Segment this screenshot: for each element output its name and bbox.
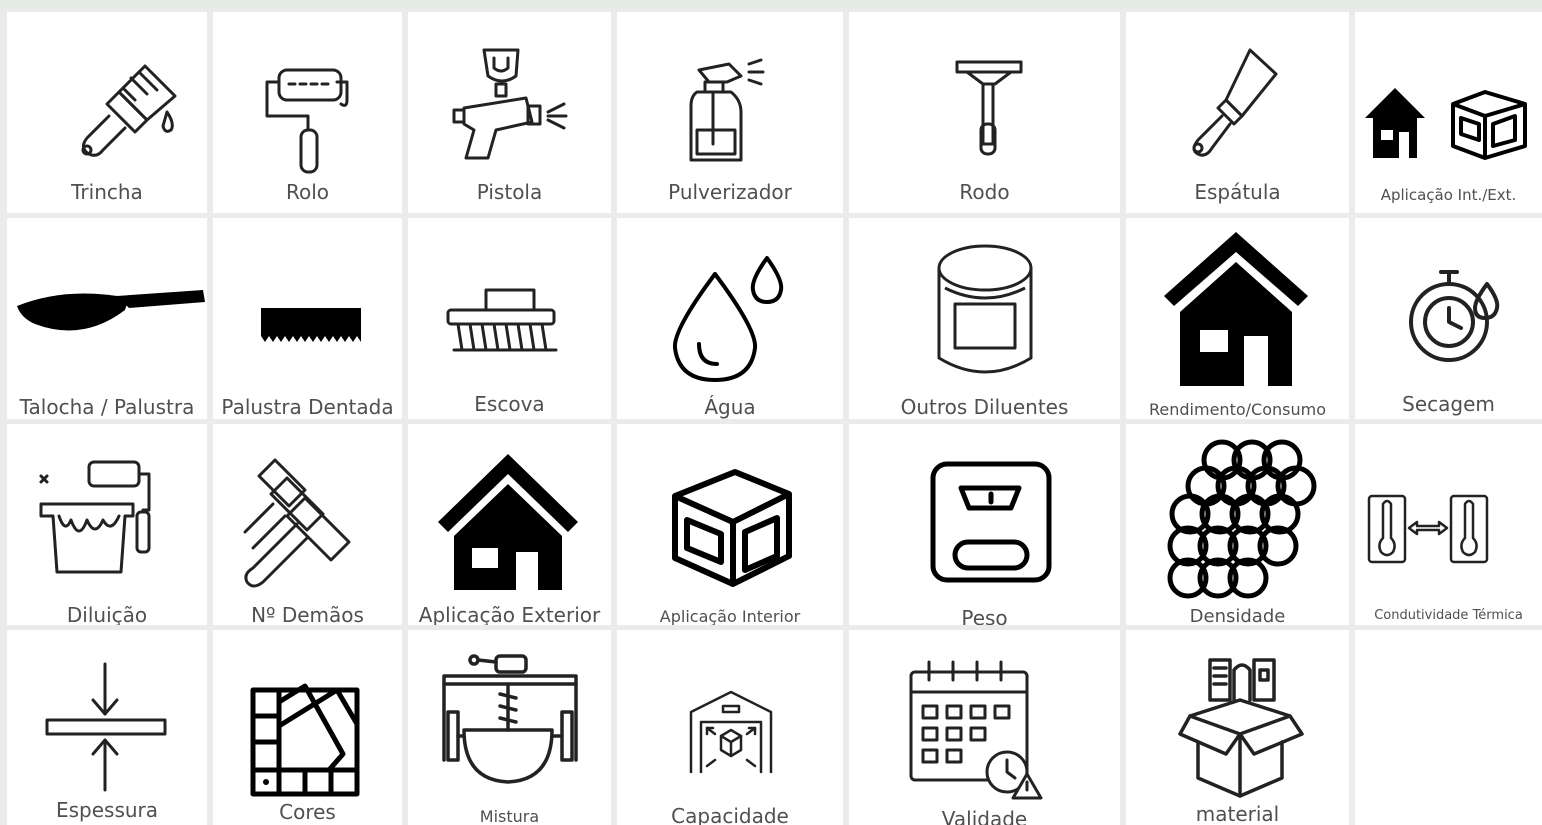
interior-exterior-icon xyxy=(1365,88,1527,160)
icon-tile-validade[interactable]: Validade xyxy=(849,630,1120,825)
drying-timer-icon xyxy=(1409,270,1500,362)
icon-tile-rendimento-consumo[interactable]: Rendimento/Consumo xyxy=(1126,218,1349,419)
thickness-icon xyxy=(45,662,167,792)
tile-label: Palustra Dentada xyxy=(221,395,394,419)
tile-label: Mistura xyxy=(479,807,540,825)
tile-label: Rendimento/Consumo xyxy=(1149,400,1326,419)
color-swatches-icon xyxy=(250,683,360,797)
tile-label: Validade xyxy=(941,807,1028,825)
icon-tile-espessura[interactable]: Espessura xyxy=(7,630,207,825)
exterior-house-icon xyxy=(438,454,578,590)
water-drops-icon xyxy=(672,256,784,382)
icon-tile-espatula[interactable]: Espátula xyxy=(1126,12,1349,213)
icon-tile-agua[interactable]: Água xyxy=(617,218,843,419)
tile-label: Pistola xyxy=(476,180,543,204)
tile-label: Rodo xyxy=(959,180,1010,204)
icon-tile-n-demaos[interactable]: Nº Demãos xyxy=(213,424,402,625)
icon-tile-secagem[interactable]: Secagem xyxy=(1355,218,1542,419)
tile-label: Espessura xyxy=(55,798,159,822)
paint-coats-icon xyxy=(243,458,351,588)
tile-label: Trincha xyxy=(71,180,143,204)
top-header-strip xyxy=(0,0,1542,9)
icon-tile-empty xyxy=(1355,630,1542,825)
icon-tile-condutividade-termica[interactable]: Condutividade Térmica xyxy=(1355,424,1542,625)
tile-label: Cores xyxy=(279,800,336,824)
tile-label: Densidade xyxy=(1189,606,1286,625)
mixer-icon xyxy=(442,654,578,784)
interior-room-icon xyxy=(672,469,792,587)
tile-label: Aplicação Int./Ext. xyxy=(1380,186,1517,204)
tile-label: Talocha / Palustra xyxy=(19,395,195,419)
icon-tile-aplicacao-int-ext[interactable]: Aplicação Int./Ext. xyxy=(1355,12,1542,213)
tile-label: Peso xyxy=(961,606,1008,625)
notched-trowel-icon xyxy=(261,308,361,342)
tile-label: Outros Diluentes xyxy=(900,395,1069,419)
icon-tile-material[interactable]: material xyxy=(1126,630,1349,825)
icon-tile-pistola[interactable]: Pistola xyxy=(408,12,611,213)
tile-label: Aplicação Interior xyxy=(659,607,801,625)
tile-label: Aplicação Exterior xyxy=(418,603,601,625)
icon-tile-densidade[interactable]: Densidade xyxy=(1126,424,1349,625)
paint-bucket-roller-icon xyxy=(39,460,151,574)
expiry-calendar-icon xyxy=(909,660,1043,800)
material-box-icon xyxy=(1178,658,1304,798)
icon-tile-outros-diluentes[interactable]: Outros Diluentes xyxy=(849,218,1120,419)
tile-label: Diluição xyxy=(66,603,148,625)
tile-label: Rolo xyxy=(285,180,330,204)
icon-tile-cores[interactable]: Cores xyxy=(213,630,402,825)
tile-label: Água xyxy=(704,395,756,419)
trowel-icon xyxy=(17,290,205,331)
thermal-conductivity-icon xyxy=(1367,494,1489,564)
icon-tile-aplicacao-interior[interactable]: Aplicação Interior xyxy=(617,424,843,625)
tile-label: material xyxy=(1195,802,1280,825)
tile-label: Escova xyxy=(474,392,545,416)
tile-label: Pulverizador xyxy=(668,180,792,204)
tile-label: Nº Demãos xyxy=(251,603,364,625)
density-spheres-icon xyxy=(1167,439,1317,599)
tile-label: Secagem xyxy=(1402,392,1495,416)
tile-label: Capacidade xyxy=(671,804,789,825)
tile-label: Condutividade Térmica xyxy=(1374,608,1523,623)
icon-tile-capacidade[interactable]: Capacidade xyxy=(617,630,843,825)
thinner-can-icon xyxy=(937,244,1033,374)
house-icon xyxy=(1164,232,1308,386)
icon-tile-mistura[interactable]: Mistura xyxy=(408,630,611,825)
icon-tile-trincha[interactable]: Trincha xyxy=(7,12,207,213)
capacity-warehouse-icon xyxy=(689,690,773,774)
icon-tile-talocha[interactable]: Talocha / Palustra xyxy=(7,218,207,419)
icon-tile-palustra-dentada[interactable]: Palustra Dentada xyxy=(213,218,402,419)
icon-tile-rolo[interactable]: Rolo xyxy=(213,12,402,213)
icon-tile-diluicao[interactable]: Diluição xyxy=(7,424,207,625)
icon-tile-peso[interactable]: Peso xyxy=(849,424,1120,625)
weight-scale-icon xyxy=(930,461,1052,583)
icon-tile-rodo[interactable]: Rodo xyxy=(849,12,1120,213)
icon-tile-aplicacao-exterior[interactable]: Aplicação Exterior xyxy=(408,424,611,625)
scrub-brush-icon xyxy=(446,288,558,352)
icon-grid: Trincha Rolo Pistola Pulverizador Rodo E… xyxy=(0,9,1542,825)
icon-tile-pulverizador[interactable]: Pulverizador xyxy=(617,12,843,213)
icon-tile-escova[interactable]: Escova xyxy=(408,218,611,419)
tile-label: Espátula xyxy=(1194,180,1281,204)
